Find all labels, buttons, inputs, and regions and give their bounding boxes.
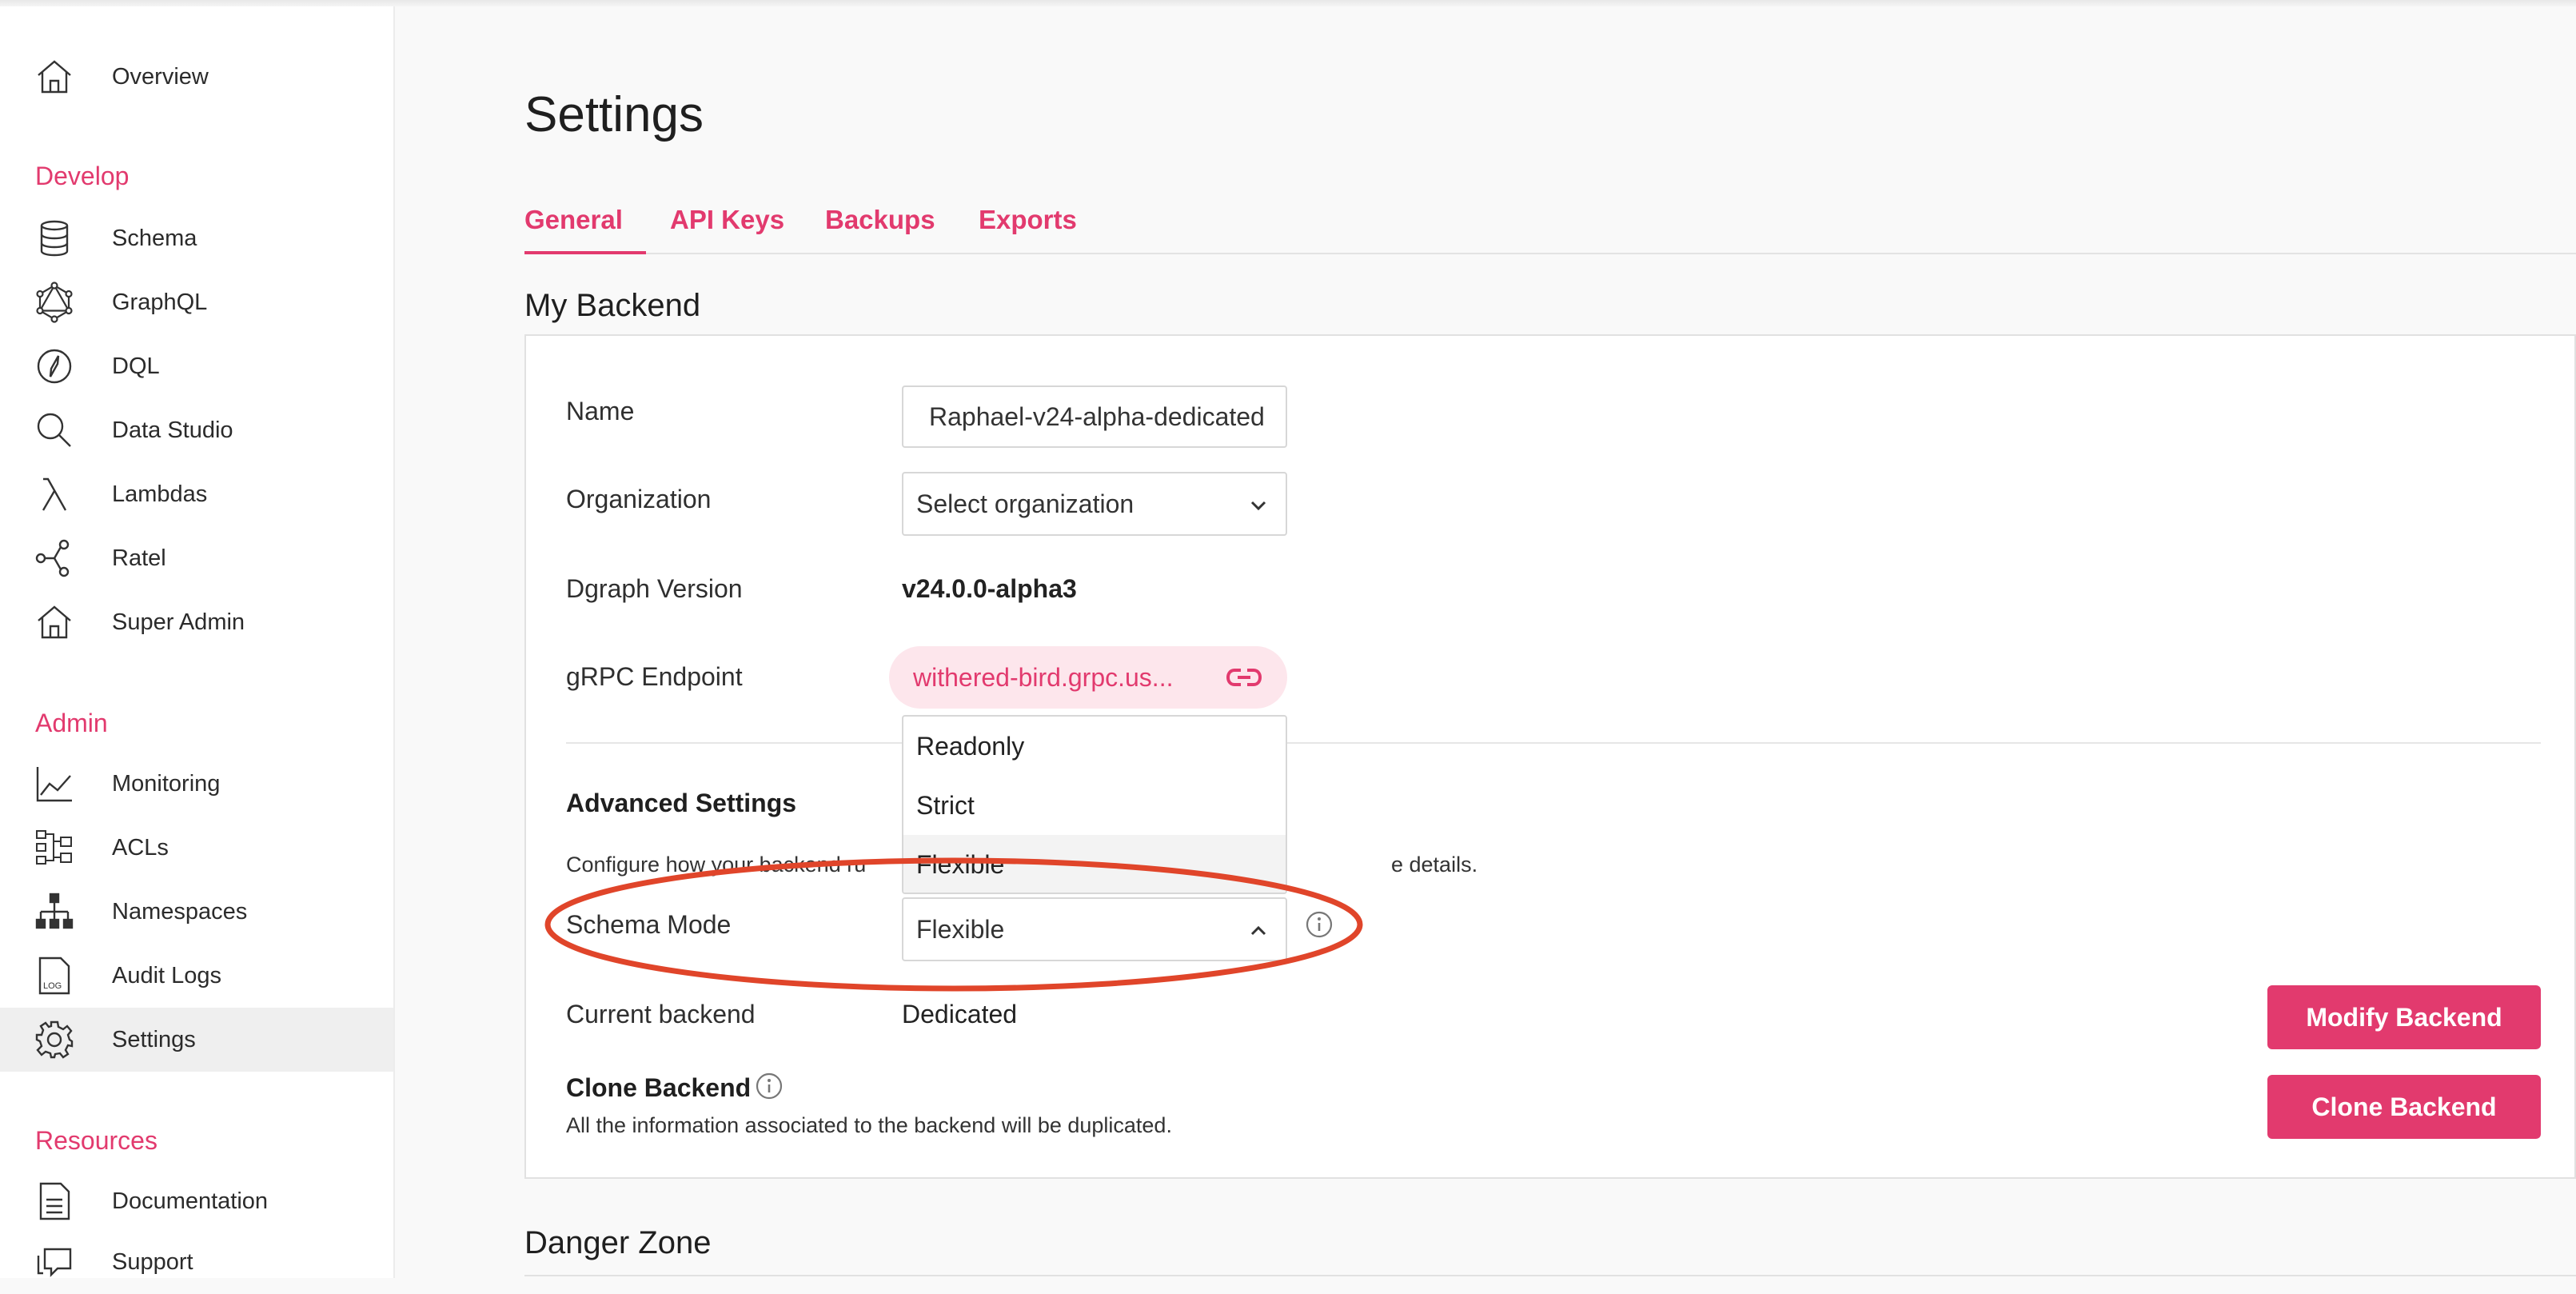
sidebar-item-label: ACLs bbox=[112, 834, 169, 861]
page-title: Settings bbox=[524, 87, 704, 142]
compass-icon bbox=[34, 345, 75, 387]
danger-zone-title: Danger Zone bbox=[524, 1225, 712, 1260]
schema-mode-dropdown: Readonly Strict Flexible bbox=[902, 715, 1287, 894]
window-top-edge bbox=[0, 0, 2576, 6]
modify-backend-button[interactable]: Modify Backend bbox=[2267, 985, 2541, 1049]
home-icon bbox=[34, 56, 75, 98]
schema-mode-option-readonly[interactable]: Readonly bbox=[903, 717, 1286, 776]
clone-backend-button[interactable]: Clone Backend bbox=[2267, 1075, 2541, 1139]
sidebar-item-namespaces[interactable]: Namespaces bbox=[0, 880, 393, 944]
advanced-settings-description: Configure how your backend ru bbox=[566, 853, 867, 877]
sidebar-item-label: Schema bbox=[112, 225, 197, 251]
lambda-icon bbox=[34, 473, 75, 515]
tab-backups[interactable]: Backups bbox=[825, 205, 935, 235]
current-backend-label: Current backend bbox=[566, 1000, 756, 1028]
sidebar-item-label: Lambdas bbox=[112, 481, 208, 507]
grpc-endpoint-value: withered-bird.grpc.us... bbox=[913, 662, 1174, 692]
version-value: v24.0.0-alpha3 bbox=[902, 574, 1077, 603]
acl-icon bbox=[34, 827, 75, 869]
clone-backend-description: All the information associated to the ba… bbox=[566, 1113, 1172, 1137]
sidebar-item-super-admin[interactable]: Super Admin bbox=[0, 590, 393, 654]
grpc-endpoint-pill[interactable]: withered-bird.grpc.us... bbox=[889, 646, 1287, 709]
sidebar: Overview Develop Schema GraphQL DQL Data… bbox=[0, 6, 395, 1278]
danger-zone-divider bbox=[524, 1275, 2576, 1276]
sidebar-item-label: DQL bbox=[112, 353, 160, 379]
name-label: Name bbox=[566, 397, 635, 425]
database-icon bbox=[34, 218, 75, 259]
sidebar-item-label: Support bbox=[112, 1248, 193, 1275]
graphql-icon bbox=[34, 282, 75, 323]
main-content: Settings General API Keys Backups Export… bbox=[395, 6, 2576, 1278]
tab-general[interactable]: General bbox=[524, 205, 623, 235]
gear-icon bbox=[34, 1019, 75, 1060]
sidebar-item-lambdas[interactable]: Lambdas bbox=[0, 462, 393, 526]
sidebar-item-monitoring[interactable]: Monitoring bbox=[0, 752, 393, 816]
organization-label: Organization bbox=[566, 485, 712, 513]
sidebar-item-overview[interactable]: Overview bbox=[0, 45, 393, 109]
chevron-down-icon bbox=[1250, 501, 1266, 511]
sidebar-item-label: Namespaces bbox=[112, 898, 248, 925]
sidebar-item-data-studio[interactable]: Data Studio bbox=[0, 398, 393, 462]
organization-select-value: Select organization bbox=[916, 489, 1134, 518]
tab-exports[interactable]: Exports bbox=[979, 205, 1077, 235]
svg-text:LOG: LOG bbox=[43, 981, 62, 991]
sidebar-item-support[interactable]: Support bbox=[0, 1230, 393, 1294]
advanced-settings-title: Advanced Settings bbox=[566, 789, 797, 817]
schema-mode-select[interactable]: Flexible bbox=[902, 897, 1287, 961]
tab-api-keys[interactable]: API Keys bbox=[670, 205, 784, 235]
version-label: Dgraph Version bbox=[566, 574, 743, 603]
sidebar-item-label: Documentation bbox=[112, 1188, 269, 1214]
sidebar-item-label: Settings bbox=[112, 1026, 196, 1052]
backend-settings-card: Name Raphael-v24-alpha-dedicated Organiz… bbox=[524, 334, 2576, 1179]
advanced-settings-description-tail: e details. bbox=[1391, 853, 1478, 877]
info-icon[interactable] bbox=[755, 1072, 784, 1100]
sidebar-item-schema[interactable]: Schema bbox=[0, 206, 393, 270]
link-icon[interactable] bbox=[1225, 664, 1263, 691]
chevron-up-icon bbox=[1250, 925, 1266, 936]
section-divider bbox=[566, 742, 2541, 744]
line-chart-icon bbox=[34, 763, 75, 805]
log-file-icon: LOG bbox=[34, 955, 75, 996]
active-tab-indicator bbox=[524, 251, 646, 254]
sidebar-item-settings[interactable]: Settings bbox=[0, 1008, 393, 1072]
info-icon[interactable] bbox=[1305, 910, 1334, 939]
sidebar-item-label: GraphQL bbox=[112, 289, 208, 315]
hierarchy-icon bbox=[34, 891, 75, 933]
tabs-divider bbox=[524, 253, 2576, 254]
section-title: My Backend bbox=[524, 288, 701, 323]
organization-select[interactable]: Select organization bbox=[902, 472, 1287, 536]
schema-mode-label: Schema Mode bbox=[566, 910, 732, 939]
sidebar-section-develop: Develop bbox=[35, 162, 130, 190]
name-input[interactable]: Raphael-v24-alpha-dedicated bbox=[902, 385, 1287, 448]
schema-mode-option-strict[interactable]: Strict bbox=[903, 776, 1286, 835]
sidebar-item-documentation[interactable]: Documentation bbox=[0, 1169, 393, 1233]
sidebar-item-acls[interactable]: ACLs bbox=[0, 816, 393, 880]
sidebar-item-graphql[interactable]: GraphQL bbox=[0, 270, 393, 334]
search-icon bbox=[34, 409, 75, 451]
current-backend-value: Dedicated bbox=[902, 1000, 1018, 1028]
grpc-endpoint-label: gRPC Endpoint bbox=[566, 662, 743, 691]
sidebar-item-dql[interactable]: DQL bbox=[0, 334, 393, 398]
nodes-icon bbox=[34, 537, 75, 579]
document-icon bbox=[34, 1180, 75, 1222]
sidebar-item-label: Data Studio bbox=[112, 417, 233, 443]
sidebar-item-label: Super Admin bbox=[112, 609, 245, 635]
sidebar-item-ratel[interactable]: Ratel bbox=[0, 526, 393, 590]
sidebar-item-label: Monitoring bbox=[112, 770, 221, 797]
sidebar-section-resources: Resources bbox=[35, 1126, 158, 1155]
sidebar-section-admin: Admin bbox=[35, 709, 108, 737]
schema-mode-option-flexible[interactable]: Flexible bbox=[903, 835, 1286, 893]
sidebar-item-label: Ratel bbox=[112, 545, 166, 571]
sidebar-item-audit-logs[interactable]: LOG Audit Logs bbox=[0, 944, 393, 1008]
sidebar-item-label: Audit Logs bbox=[112, 962, 222, 988]
schema-mode-select-value: Flexible bbox=[916, 914, 1005, 944]
chat-icon bbox=[34, 1241, 75, 1283]
home-icon bbox=[34, 601, 75, 643]
sidebar-item-label: Overview bbox=[112, 63, 209, 90]
clone-backend-title: Clone Backend bbox=[566, 1073, 752, 1102]
